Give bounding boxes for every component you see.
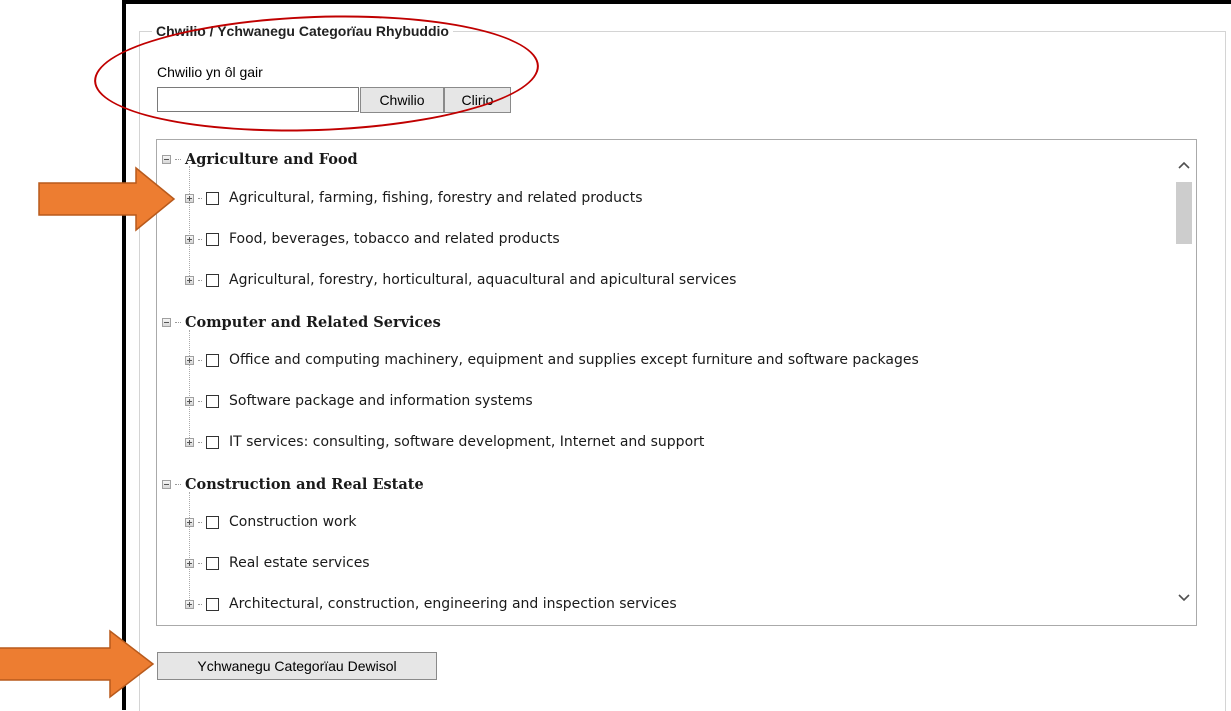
- tree-item[interactable]: Construction work: [185, 511, 356, 533]
- tree-connector: [189, 330, 190, 442]
- tree-connector: [198, 359, 202, 361]
- tree-connector: [198, 603, 202, 605]
- collapse-icon[interactable]: [162, 154, 171, 164]
- tree-connector: [189, 492, 190, 604]
- tree-connector: [198, 238, 202, 240]
- tree-item[interactable]: Agricultural, forestry, horticultural, a…: [185, 269, 736, 291]
- item-checkbox[interactable]: [206, 353, 219, 367]
- chevron-down-icon[interactable]: [1172, 585, 1196, 609]
- annotation-arrow-icon: [38, 166, 176, 232]
- category-label: Computer and Related Services: [185, 313, 441, 331]
- tree-connector: [175, 158, 181, 160]
- tree-connector: [198, 197, 202, 199]
- category-tree[interactable]: Agriculture and Food Agricultural, farmi…: [156, 139, 1197, 626]
- tree-connector: [198, 562, 202, 564]
- tree-connector: [175, 483, 181, 485]
- item-label: Architectural, construction, engineering…: [229, 596, 677, 612]
- category-label: Construction and Real Estate: [185, 475, 424, 493]
- item-label: Software package and information systems: [229, 393, 533, 409]
- search-button[interactable]: Chwilio: [360, 87, 444, 113]
- item-checkbox[interactable]: [206, 597, 219, 611]
- item-label: Agricultural, forestry, horticultural, a…: [229, 272, 737, 288]
- tree-item[interactable]: Agricultural, farming, fishing, forestry…: [185, 187, 643, 209]
- chevron-up-icon[interactable]: [1172, 152, 1196, 176]
- tree-connector: [189, 166, 190, 278]
- tree-category[interactable]: Construction and Real Estate: [162, 473, 424, 495]
- clear-button[interactable]: Clirio: [444, 87, 511, 113]
- search-input[interactable]: [157, 87, 359, 112]
- tree-connector: [198, 441, 202, 443]
- scroll-thumb[interactable]: [1176, 182, 1192, 244]
- item-label: Construction work: [229, 514, 357, 530]
- tree-item[interactable]: Architectural, construction, engineering…: [185, 593, 677, 615]
- tree-connector: [198, 521, 202, 523]
- add-selected-categories-button[interactable]: Ychwanegu Categorïau Dewisol: [157, 652, 437, 680]
- expand-icon[interactable]: [185, 558, 194, 568]
- expand-icon[interactable]: [185, 275, 194, 285]
- tree-item[interactable]: IT services: consulting, software develo…: [185, 431, 704, 453]
- item-checkbox[interactable]: [206, 556, 219, 570]
- tree-connector: [175, 321, 181, 323]
- tree-connector: [198, 400, 202, 402]
- item-label: Office and computing machinery, equipmen…: [229, 352, 919, 368]
- category-label: Agriculture and Food: [185, 150, 358, 168]
- tree-scrollbar[interactable]: [1172, 140, 1196, 625]
- expand-icon[interactable]: [185, 234, 194, 244]
- search-label: Chwilio yn ôl gair: [157, 64, 263, 80]
- item-checkbox[interactable]: [206, 394, 219, 408]
- fieldset-legend: Chwilio / Ychwanegu Categorïau Rhybuddio: [152, 22, 453, 40]
- expand-icon[interactable]: [185, 355, 194, 365]
- item-checkbox[interactable]: [206, 435, 219, 449]
- item-label: IT services: consulting, software develo…: [229, 434, 705, 450]
- tree-item[interactable]: Food, beverages, tobacco and related pro…: [185, 228, 560, 250]
- tree-category[interactable]: Agriculture and Food: [162, 148, 358, 170]
- expand-icon[interactable]: [185, 599, 194, 609]
- item-label: Food, beverages, tobacco and related pro…: [229, 231, 560, 247]
- expand-icon[interactable]: [185, 396, 194, 406]
- item-label: Agricultural, farming, fishing, forestry…: [229, 190, 643, 206]
- annotation-arrow-icon: [0, 629, 155, 699]
- item-checkbox[interactable]: [206, 273, 219, 287]
- tree-category[interactable]: Computer and Related Services: [162, 311, 441, 333]
- tree-item[interactable]: Software package and information systems: [185, 390, 533, 412]
- tree-item[interactable]: Real estate services: [185, 552, 370, 574]
- expand-icon[interactable]: [185, 193, 194, 203]
- tree-item[interactable]: Office and computing machinery, equipmen…: [185, 349, 919, 371]
- expand-icon[interactable]: [185, 437, 194, 447]
- item-checkbox[interactable]: [206, 232, 219, 246]
- collapse-icon[interactable]: [162, 317, 171, 327]
- tree-connector: [198, 279, 202, 281]
- item-label: Real estate services: [229, 555, 370, 571]
- collapse-icon[interactable]: [162, 479, 171, 489]
- expand-icon[interactable]: [185, 517, 194, 527]
- item-checkbox[interactable]: [206, 515, 219, 529]
- item-checkbox[interactable]: [206, 191, 219, 205]
